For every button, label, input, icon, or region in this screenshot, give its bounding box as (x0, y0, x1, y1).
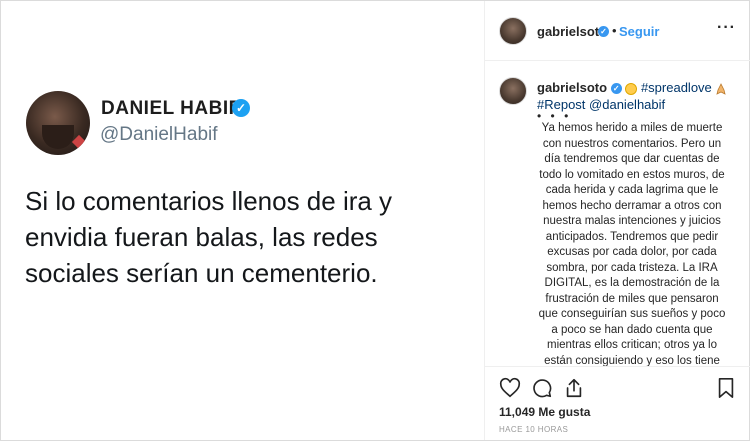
bookmark-icon[interactable] (716, 377, 736, 399)
caption-text: Ya hemos herido a miles de muerte con nu… (538, 122, 726, 366)
avatar[interactable] (499, 77, 527, 105)
caption-header: gabrielsoto ✓ #spreadlove #Repost @danie… (537, 79, 737, 113)
post-timestamp[interactable]: HACE 10 HORAS (499, 425, 568, 434)
caption-username[interactable]: gabrielsoto (537, 80, 607, 95)
heart-icon[interactable] (499, 377, 521, 399)
hushed-face-emoji-icon (625, 82, 638, 95)
hashtag-link[interactable]: #spreadlove (641, 80, 712, 95)
more-options-icon[interactable]: ··· (717, 19, 736, 37)
instagram-post: DANIEL HABIF ✓ @DanielHabif Si lo coment… (0, 0, 750, 441)
comments-area[interactable]: gabrielsoto ✓ #spreadlove #Repost @danie… (485, 61, 750, 366)
post-image[interactable]: DANIEL HABIF ✓ @DanielHabif Si lo coment… (1, 1, 485, 440)
tweet-text: Si lo comentarios llenos de ira y envidi… (25, 186, 393, 288)
tweet-author-avatar (26, 91, 90, 155)
verified-badge-icon: ✓ (232, 99, 250, 117)
repost-user-link[interactable]: @danielhabif (589, 97, 665, 112)
separator-dot: • (612, 23, 617, 38)
tweet-author-name: DANIEL HABIF (101, 98, 241, 119)
share-icon[interactable] (563, 377, 585, 399)
header-username[interactable]: gabrielsoto (537, 24, 607, 39)
praying-hands-emoji-icon (716, 82, 727, 95)
likes-count[interactable]: 11,049 Me gusta (499, 405, 590, 419)
comment-icon[interactable] (531, 377, 553, 399)
avatar[interactable] (499, 17, 527, 45)
tweet-author-handle: @DanielHabif (100, 124, 218, 145)
verified-badge-icon: ✓ (598, 26, 609, 37)
follow-button[interactable]: Seguir (619, 24, 659, 39)
post-side-panel: gabrielsoto ✓ • Seguir ··· gabrielsoto ✓… (485, 1, 750, 440)
post-actions: 11,049 Me gusta HACE 10 HORAS (485, 366, 750, 441)
verified-badge-icon: ✓ (610, 83, 622, 95)
post-header: gabrielsoto ✓ • Seguir ··· (485, 1, 750, 61)
